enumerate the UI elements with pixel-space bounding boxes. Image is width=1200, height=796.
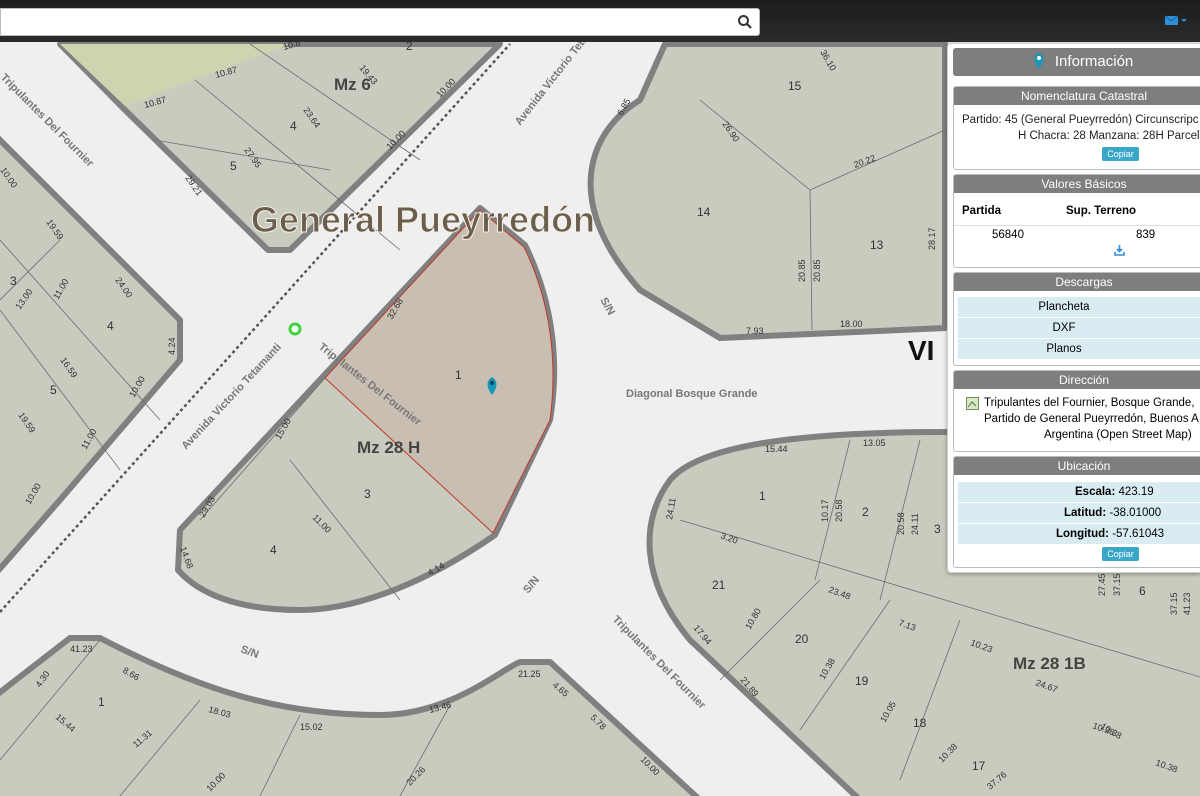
section-nomenclatura: Nomenclatura Catastral Partido: 45 (Gene… [953,86,1200,170]
longitud-value: -57.61043 [1112,528,1165,540]
lot-measure: 15.44 [765,444,788,454]
map-pin-icon [1034,53,1044,69]
search-icon[interactable] [737,14,753,30]
nomenclatura-line: H Chacra: 28 Manzana: 28H Parcel [1018,130,1200,142]
parcel-number: 2 [862,505,869,519]
block-label: Mz 28 1B [1013,654,1086,673]
section-header: Valores Básicos [954,175,1200,193]
parcel-number: 1 [98,695,105,709]
lot-measure: 10.17 [820,499,830,522]
lot-measure: 28.17 [927,227,937,250]
escala-value: 423.19 [1118,486,1154,498]
parcel-number: 6 [1139,584,1146,598]
lot-measure: 21.25 [518,669,541,679]
parcel-number: 4 [107,319,114,333]
parcel-number: 13 [870,238,884,252]
parcel-number: 21 [712,578,726,592]
lot-measure: 20.85 [812,259,822,282]
download-icon[interactable] [1114,245,1125,256]
section-direccion: Dirección Tripulantes del Fournier, Bosq… [953,370,1200,452]
download-planos[interactable]: Planos [958,339,1200,360]
parcel-number: 18 [913,716,927,730]
parcel-number: 19 [855,674,869,688]
lot-measure: 18.00 [840,319,863,329]
search-input[interactable] [7,12,731,34]
lot-measure: 20.58 [834,499,844,522]
caret-down-icon [1181,19,1187,22]
parcel-number: 17 [972,759,986,773]
lot-measure: 37.15 [1169,592,1179,615]
partida-value: 56840 [992,229,1024,241]
parcel-number: 5 [230,159,237,173]
parcel-number: 2 [406,42,413,53]
lot-measure: 7.93 [746,326,764,336]
gps-marker-icon [288,322,302,336]
parcel-number: 4 [290,119,297,133]
section-descargas: Descargas Plancheta DXF Planos [953,272,1200,366]
parcel-number: 3 [364,487,371,501]
lot-measure: 37.15 [1112,573,1122,596]
nomenclatura-line: Partido: 45 (General Pueyrredón) Circuns… [962,114,1199,126]
lot-measure: 41.23 [1182,592,1192,615]
lot-measure: 15.02 [300,722,323,732]
section-ubicacion: Ubicación Escala: 423.19 Latitud: -38.01… [953,456,1200,568]
download-dxf[interactable]: DXF [958,318,1200,339]
address-line: Partido de General Pueyrredón, Buenos A [984,413,1199,425]
parcel-number: 20 [795,632,809,646]
panel-title-text: Información [1054,53,1134,70]
search-box[interactable] [0,8,760,36]
top-bar [0,0,1200,42]
download-plancheta[interactable]: Plancheta [958,297,1200,318]
parcel-number: 3 [10,274,17,288]
lot-measure: 20.85 [797,259,807,282]
section-header: Ubicación [954,457,1200,475]
parcel-number: 5 [50,383,57,397]
lot-measure: 27.45 [1097,573,1107,596]
map-thumbnail-icon [966,397,979,410]
parcel-number: 1 [759,489,766,503]
info-panel: Información Nomenclatura Catastral Parti… [947,43,1200,573]
lot-measure: 24.11 [910,513,920,535]
parcel-number: 1 [455,368,462,382]
latitud-value: -38.01000 [1109,507,1162,519]
lot-measure: 4.24 [167,337,177,355]
block-label: Mz 28 H [357,438,420,457]
section-valores: Valores Básicos Partida Sup. Terreno 568… [953,174,1200,268]
panel-title: Información [953,48,1200,76]
column-header: Sup. Terreno [1066,205,1137,217]
longitud-label: Longitud: [1056,528,1110,540]
mail-dropdown-button[interactable] [1164,12,1190,30]
parcel-number: 15 [788,79,802,93]
address-line: Tripulantes del Fournier, Bosque Grande, [984,397,1195,409]
city-label: General Pueyrredón [251,199,595,240]
street-label: Diagonal Bosque Grande [626,388,757,400]
section-header: Nomenclatura Catastral [954,87,1200,105]
section-header: Descargas [954,273,1200,291]
lot-measure: 20.58 [896,512,906,535]
parcel-number: 14 [697,205,711,219]
column-header: Partida [962,205,1001,217]
copy-coordinates-button[interactable]: Copiar [1102,547,1139,561]
parcel-number: 4 [270,543,277,557]
lot-measure: 13.05 [863,438,886,448]
latitud-label: Latitud: [1064,507,1107,519]
lot-measure: 41.23 [70,644,93,654]
envelope-icon [1164,15,1179,25]
partial-label: VI [908,335,934,366]
superficie-value: 839 [1136,229,1156,241]
escala-label: Escala: [1075,486,1116,498]
block-top-right [587,42,948,341]
address-line: Argentina (Open Street Map) [1044,429,1192,441]
section-header: Dirección [954,371,1200,389]
parcel-number: 3 [934,522,941,536]
copy-nomenclatura-button[interactable]: Copiar [1102,147,1139,161]
